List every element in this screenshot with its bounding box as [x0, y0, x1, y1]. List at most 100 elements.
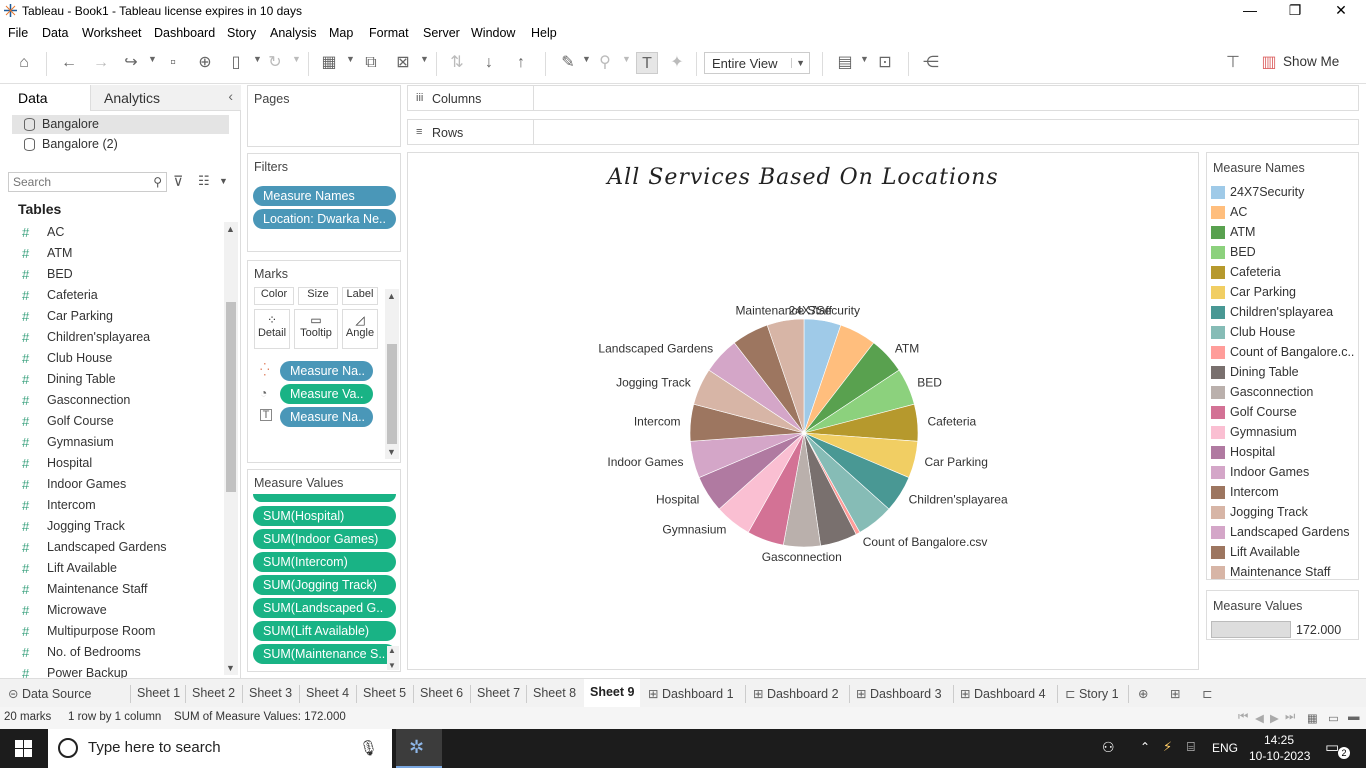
presentation-mode-icon[interactable]: ⊡ [874, 52, 896, 74]
language-indicator[interactable]: ENG [1212, 741, 1238, 755]
grid-view-icon[interactable]: ▦ [1307, 711, 1318, 725]
menu-dashboard[interactable]: Dashboard [154, 26, 215, 40]
menu-map[interactable]: Map [329, 26, 353, 40]
new-worksheet-tab-icon[interactable]: ⊕ [1138, 686, 1148, 701]
nav-last-icon[interactable]: ⏭ [1285, 711, 1295, 724]
chevron-down-icon[interactable]: ▼ [622, 54, 631, 64]
tab-sheet-3[interactable]: Sheet 3 [249, 686, 292, 700]
menu-data[interactable]: Data [42, 26, 68, 40]
clear-sheet-icon[interactable]: ⊠ [392, 52, 414, 74]
pin-icon[interactable]: ✦ [666, 52, 688, 74]
menu-window[interactable]: Window [471, 26, 515, 40]
rows-shelf[interactable]: ≡ Rows [407, 119, 1359, 145]
measure-pill[interactable]: SUM(Landscaped G.. [253, 598, 396, 618]
tab-sheet-2[interactable]: Sheet 2 [192, 686, 235, 700]
chevron-down-icon[interactable]: ▼ [387, 447, 396, 457]
datasource-item[interactable]: Bangalore [12, 115, 229, 134]
format-painter-icon[interactable]: ⊤ [1222, 52, 1244, 74]
view-list-icon[interactable]: ☷ [198, 173, 210, 189]
menu-server[interactable]: Server [423, 26, 460, 40]
measure-pill-partial[interactable] [253, 494, 396, 502]
chevron-up-icon[interactable]: ▲ [388, 646, 396, 655]
share-icon[interactable]: ⋲ [920, 52, 942, 74]
filter-pill[interactable]: Location: Dwarka Ne.. [253, 209, 396, 229]
scrollbar[interactable]: ▲ ▼ [385, 289, 399, 459]
chevron-down-icon[interactable]: ▼ [219, 176, 228, 186]
scrollbar-thumb[interactable] [226, 302, 236, 492]
chevron-up-icon[interactable]: ▲ [226, 224, 235, 234]
tab-sheet-5[interactable]: Sheet 5 [363, 686, 406, 700]
people-icon[interactable]: ⚇ [1102, 739, 1115, 756]
scrollbar[interactable]: ▲ ▼ [387, 646, 399, 670]
refresh-icon[interactable]: ↻ [264, 52, 286, 74]
restore-icon[interactable]: ❐ [1280, 2, 1310, 20]
duplicate-sheet-icon[interactable]: ⧉ [360, 52, 382, 74]
show-labels-icon[interactable]: T [636, 52, 658, 74]
new-datasource-icon[interactable]: ⊕ [194, 52, 216, 74]
chevron-down-icon[interactable]: ▼ [860, 54, 869, 64]
chevron-down-icon[interactable]: ▼ [292, 54, 301, 64]
show-hide-cards-icon[interactable]: ▤ [834, 52, 856, 74]
power-icon[interactable]: ⚡ [1163, 739, 1172, 755]
nav-first-icon[interactable]: ⏮ [1238, 711, 1248, 724]
menu-help[interactable]: Help [531, 26, 557, 40]
pause-updates-icon[interactable]: ▯ [225, 52, 247, 74]
swap-icon[interactable]: ⇅ [446, 52, 468, 74]
measure-pill[interactable]: SUM(Jogging Track) [253, 575, 396, 595]
group-icon[interactable]: ⚲ [594, 52, 616, 74]
tabs-view-icon[interactable]: ▬ [1348, 711, 1360, 723]
tab-dashboard-2[interactable]: ⊞ Dashboard 2 [753, 686, 839, 701]
tab-story-1[interactable]: ⊏ Story 1 [1065, 686, 1119, 701]
undo-icon[interactable]: ← [58, 52, 80, 74]
clock-date[interactable]: 10-10-2023 [1249, 749, 1310, 763]
sort-descending-icon[interactable]: ↑ [510, 52, 532, 74]
filter-pill[interactable]: Measure Names [253, 186, 396, 206]
chevron-down-icon[interactable]: ▼ [148, 54, 157, 64]
label-button[interactable]: Label [342, 287, 378, 305]
scrollbar[interactable]: ▲ ▼ [224, 222, 238, 675]
show-me-icon[interactable]: ▥ [1258, 52, 1280, 74]
tab-dashboard-4[interactable]: ⊞ Dashboard 4 [960, 686, 1046, 701]
filmstrip-icon[interactable]: ▭ [1328, 711, 1339, 725]
filter-icon[interactable]: ⊽ [173, 173, 183, 190]
microphone-icon[interactable]: 🎙 [359, 739, 378, 757]
tab-sheet-6[interactable]: Sheet 6 [420, 686, 463, 700]
tooltip-button[interactable]: ▭ Tooltip [294, 309, 338, 349]
menu-worksheet[interactable]: Worksheet [82, 26, 142, 40]
marks-color-pill[interactable]: Measure Na.. [280, 361, 373, 381]
collapse-icon[interactable]: ‹ [228, 88, 233, 104]
minimize-icon[interactable]: — [1235, 2, 1265, 20]
highlight-icon[interactable]: ✎ [557, 52, 579, 74]
angle-button[interactable]: ◿ Angle [342, 309, 378, 349]
search-input[interactable] [9, 173, 139, 191]
sort-ascending-icon[interactable]: ↓ [478, 52, 500, 74]
scrollbar-thumb[interactable] [387, 344, 397, 444]
chevron-up-icon[interactable]: ⌃ [1140, 740, 1150, 754]
chart-view[interactable]: All Services Based On Locations 24X7Secu… [407, 152, 1199, 670]
chevron-down-icon[interactable]: ▼ [346, 54, 355, 64]
tab-sheet-8[interactable]: Sheet 8 [533, 686, 576, 700]
clock-time[interactable]: 14:25 [1264, 733, 1294, 747]
pie-chart[interactable]: 24X7SecurityATMBEDCafeteriaCar ParkingCh… [408, 153, 1198, 669]
tab-sheet-1[interactable]: Sheet 1 [137, 686, 180, 700]
tab-data-source[interactable]: ⊝ Data Source [8, 686, 91, 701]
chevron-down-icon[interactable]: ▼ [226, 663, 235, 673]
chevron-down-icon[interactable]: ▼ [582, 54, 591, 64]
tab-analytics[interactable]: Analytics ‹ [90, 85, 241, 111]
measure-pill[interactable]: SUM(Intercom) [253, 552, 396, 572]
nav-prev-icon[interactable]: ◀ [1255, 711, 1264, 725]
tab-sheet-7[interactable]: Sheet 7 [477, 686, 520, 700]
chevron-down-icon[interactable]: ▼ [253, 54, 262, 64]
tab-data[interactable]: Data [0, 85, 90, 111]
color-button[interactable]: Color [254, 287, 294, 305]
tab-dashboard-3[interactable]: ⊞ Dashboard 3 [856, 686, 942, 701]
menu-file[interactable]: File [8, 26, 28, 40]
measure-values-range-bar[interactable] [1211, 621, 1291, 638]
windows-start-icon[interactable] [15, 740, 32, 757]
chevron-down-icon[interactable]: ▼ [388, 661, 396, 670]
taskbar-search[interactable]: Type here to search 🎙 [48, 729, 392, 768]
fit-select[interactable]: Entire View ▼ [704, 52, 810, 74]
menu-story[interactable]: Story [227, 26, 256, 40]
new-worksheet-icon[interactable]: ▦ [318, 52, 340, 74]
close-icon[interactable]: ✕ [1326, 2, 1356, 20]
